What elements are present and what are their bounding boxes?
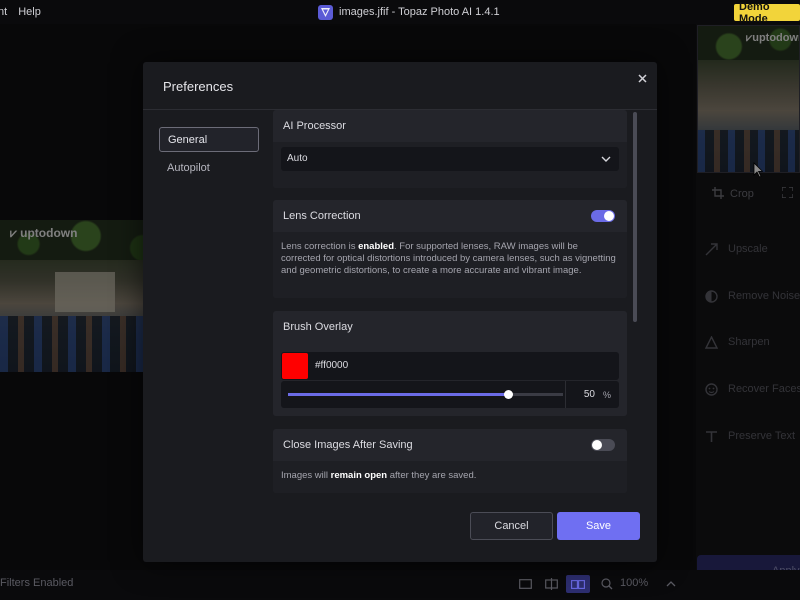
desc-bold: enabled [358, 241, 394, 252]
lens-correction-title: Lens Correction [283, 210, 361, 222]
brush-opacity-value: 50 [583, 388, 595, 400]
cancel-button[interactable]: Cancel [470, 512, 553, 540]
filters-enabled-text: Filters Enabled [0, 577, 74, 589]
save-button[interactable]: Save [557, 512, 640, 540]
brush-opacity-row: 50 % [281, 381, 619, 408]
scrollbar-thumb[interactable] [633, 112, 637, 322]
app-window: nt Help images.jfif - Topaz Photo AI 1.4… [0, 0, 800, 600]
nav-autopilot[interactable]: Autopilot [167, 162, 210, 174]
brush-overlay-card: Brush Overlay #ff0000 50 % [273, 311, 627, 416]
window-title: images.jfif - Topaz Photo AI 1.4.1 [318, 4, 500, 20]
zoom-level[interactable]: 100% [620, 577, 648, 589]
ai-processor-title: AI Processor [283, 120, 346, 132]
toggle-knob [604, 211, 614, 221]
brush-overlay-header: Brush Overlay [273, 311, 627, 343]
brush-overlay-title: Brush Overlay [283, 321, 353, 333]
brush-color-swatch[interactable] [282, 353, 308, 379]
lens-correction-card: Lens Correction Lens correction is enabl… [273, 200, 627, 298]
window-title-text: images.jfif - Topaz Photo AI 1.4.1 [339, 6, 500, 18]
side-by-side-view-icon[interactable] [566, 575, 590, 593]
preferences-scroll-area[interactable]: AI Processor Auto Lens Correction Lens c… [273, 110, 627, 495]
menu-item-edit[interactable]: nt [0, 6, 7, 18]
nav-general[interactable]: General [159, 127, 259, 152]
brush-color-field[interactable]: #ff0000 [281, 352, 619, 380]
toggle-knob [592, 440, 602, 450]
split-view-icon[interactable] [542, 576, 560, 592]
chevron-up-icon[interactable] [662, 576, 680, 592]
slider-handle[interactable] [504, 390, 513, 399]
menu-item-help[interactable]: Help [18, 6, 41, 18]
lens-correction-toggle[interactable] [591, 210, 615, 222]
lens-correction-header: Lens Correction [273, 200, 627, 232]
zoom-icon[interactable] [598, 576, 616, 592]
ai-processor-card: AI Processor Auto [273, 110, 627, 188]
brush-color-hex: #ff0000 [315, 360, 349, 371]
title-bar: nt Help images.jfif - Topaz Photo AI 1.4… [0, 0, 800, 25]
ai-processor-value: Auto [287, 153, 308, 164]
close-icon [637, 73, 647, 83]
percent-unit: % [602, 389, 611, 400]
preferences-dialog: Preferences General Autopilot AI Process… [143, 62, 657, 562]
close-button[interactable] [635, 71, 649, 85]
brush-opacity-input[interactable]: 50 % [565, 381, 619, 408]
brush-opacity-slider[interactable] [288, 390, 563, 399]
desc-bold: remain open [330, 470, 388, 481]
status-bar: Filters Enabled 100% [0, 570, 800, 600]
close-after-saving-toggle[interactable] [591, 439, 615, 451]
topaz-logo-icon [318, 4, 333, 20]
single-view-icon[interactable] [516, 576, 534, 592]
lens-correction-description: Lens correction is enabled. For supporte… [273, 232, 627, 298]
close-after-saving-card: Close Images After Saving Images will re… [273, 429, 627, 493]
chevron-down-icon [601, 156, 611, 162]
close-after-saving-title: Close Images After Saving [283, 439, 413, 451]
menu-bar: nt Help [0, 0, 41, 24]
ai-processor-header: AI Processor [273, 110, 627, 142]
demo-mode-badge[interactable]: Demo Mode [734, 1, 800, 25]
ai-processor-body: Auto [273, 142, 627, 188]
desc-text: Images will [281, 470, 331, 481]
close-after-saving-header: Close Images After Saving [273, 429, 627, 461]
desc-text: after they are saved. [387, 470, 477, 481]
ai-processor-select[interactable]: Auto [281, 147, 619, 171]
brush-overlay-body: #ff0000 50 % [273, 343, 627, 416]
close-after-saving-description: Images will remain open after they are s… [273, 461, 627, 493]
dialog-title: Preferences [163, 79, 234, 94]
desc-text: Lens correction is [281, 241, 359, 252]
slider-fill [288, 393, 508, 396]
